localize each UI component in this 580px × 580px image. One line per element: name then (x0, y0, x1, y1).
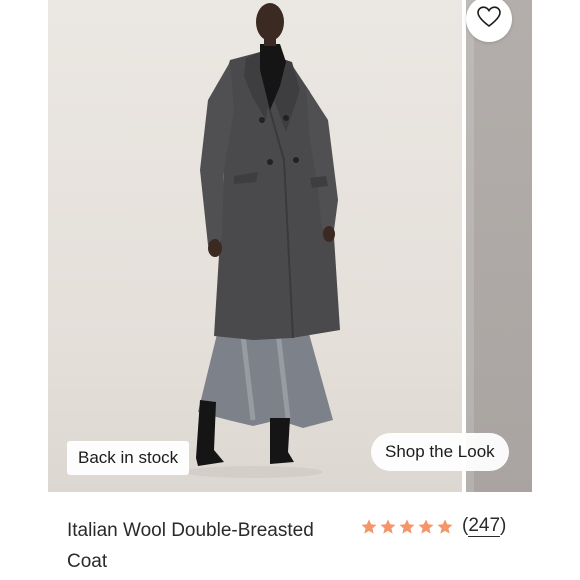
product-rating[interactable]: (247) (360, 512, 506, 542)
star-icon (380, 519, 396, 534)
rating-stars (360, 518, 454, 536)
star-icon (399, 519, 415, 534)
page-margin-left (0, 0, 48, 580)
review-count-link[interactable]: (247) (462, 515, 506, 539)
next-image-edge (466, 0, 474, 492)
product-title[interactable]: Italian Wool Double-Breasted Coat (67, 515, 357, 577)
star-icon (418, 519, 434, 534)
review-count: 247 (468, 515, 501, 537)
star-icon (437, 519, 453, 534)
star-icon (361, 519, 377, 534)
model-illustration (183, 3, 340, 478)
review-close-paren: ) (500, 515, 507, 536)
heart-outline-icon (477, 5, 501, 33)
shop-the-look-button[interactable]: Shop the Look (371, 433, 509, 471)
back-in-stock-badge: Back in stock (67, 441, 190, 475)
next-product-image-peek[interactable] (466, 0, 532, 492)
product-image[interactable] (48, 0, 462, 492)
page-margin-right (532, 0, 580, 580)
